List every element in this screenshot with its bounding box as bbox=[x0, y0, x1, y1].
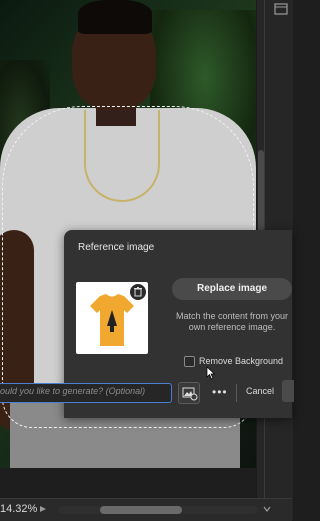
remove-background-checkbox[interactable] bbox=[184, 356, 195, 367]
status-arrow-icon[interactable] bbox=[38, 504, 48, 514]
tshirt-icon bbox=[90, 294, 134, 346]
cancel-button[interactable]: Cancel bbox=[246, 386, 274, 396]
horizontal-scrollbar-thumb[interactable] bbox=[100, 506, 182, 514]
remove-background-label[interactable]: Remove Background bbox=[199, 356, 283, 366]
window-icon[interactable] bbox=[274, 2, 288, 15]
mouse-cursor-icon bbox=[206, 366, 216, 380]
replace-image-button[interactable]: Replace image bbox=[172, 278, 292, 300]
image-reference-icon[interactable] bbox=[178, 382, 200, 404]
more-options-button[interactable]: ••• bbox=[212, 385, 228, 399]
panel-description: Match the content from your own referenc… bbox=[175, 311, 289, 332]
zoom-level[interactable]: 14.32% bbox=[0, 503, 37, 515]
panel-title: Reference image bbox=[78, 242, 155, 253]
trash-icon[interactable] bbox=[130, 284, 146, 300]
chevron-down-icon[interactable] bbox=[262, 504, 272, 514]
generate-button[interactable] bbox=[282, 380, 294, 402]
prompt-placeholder[interactable]: ould you like to generate? (Optional) bbox=[0, 386, 145, 396]
toolbar-separator bbox=[236, 384, 237, 402]
person-hair bbox=[78, 0, 152, 34]
vertical-scrollbar[interactable] bbox=[258, 150, 264, 240]
